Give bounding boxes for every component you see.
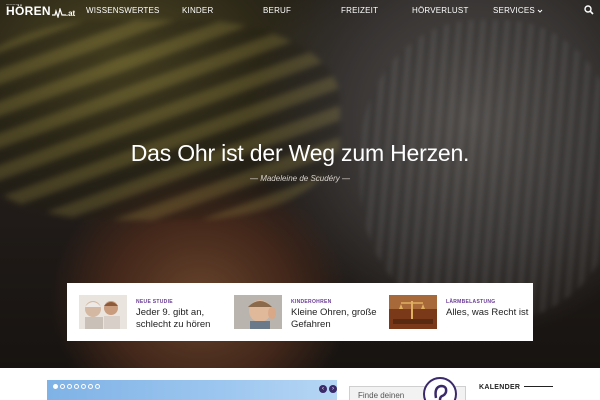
teaser-title: Jeder 9. gibt an, schlecht zu hören (136, 307, 211, 330)
slider-dot[interactable] (88, 384, 93, 389)
teaser-category: KINDEROHREN (291, 299, 332, 305)
teaser-category: LÄRMBELASTUNG (446, 299, 496, 305)
nav-services[interactable]: SERVICES (493, 6, 543, 15)
nav-wissenswertes[interactable]: WISSENSWERTES (86, 6, 160, 15)
site-logo[interactable]: ──── HÖREN .at (6, 2, 76, 18)
calendar-divider (524, 386, 553, 387)
teaser-strip: NEUE STUDIE Jeder 9. gibt an, schlecht z… (67, 283, 533, 341)
slider-dot[interactable] (67, 384, 72, 389)
search-icon[interactable] (584, 5, 594, 15)
content-area: ‹ › Finde deinen KALENDER (0, 368, 600, 400)
ear-badge[interactable] (423, 377, 457, 400)
teaser-category: NEUE STUDIE (136, 299, 173, 305)
slider-dot[interactable] (95, 384, 100, 389)
teaser-card[interactable]: LÄRMBELASTUNG Alles, was Recht ist (377, 283, 532, 341)
slider-dot[interactable] (60, 384, 65, 389)
elderly-women-photo (79, 295, 127, 329)
logo-tld: .at (65, 9, 76, 18)
logo-pre: ──── (6, 2, 20, 7)
slider-dot[interactable] (81, 384, 86, 389)
nav-kinder[interactable]: KINDER (182, 6, 213, 15)
chevron-down-icon (537, 9, 543, 13)
ear-icon (434, 384, 448, 400)
image-slider[interactable]: ‹ › (47, 380, 337, 400)
justice-scales-photo (389, 295, 437, 329)
hero-quote-block: Das Ohr ist der Weg zum Herzen. — Madele… (0, 140, 600, 183)
teaser-title: Alles, was Recht ist (446, 307, 529, 318)
teaser-card[interactable]: NEUE STUDIE Jeder 9. gibt an, schlecht z… (67, 283, 222, 341)
hero-quote-author: — Madeleine de Scudéry — (249, 174, 351, 183)
slider-next-icon[interactable]: › (329, 385, 337, 393)
calendar-heading: KALENDER (479, 384, 521, 391)
slider-prev-icon[interactable]: ‹ (319, 385, 327, 393)
child-listening-photo (234, 295, 282, 329)
nav-hoerverlust[interactable]: HÖRVERLUST (412, 6, 469, 15)
hero-quote: Das Ohr ist der Weg zum Herzen. (130, 140, 470, 166)
nav-beruf[interactable]: BERUF (263, 6, 291, 15)
main-navigation: ──── HÖREN .at WISSENSWERTES KINDER BERU… (0, 0, 600, 24)
slider-dots (53, 384, 100, 389)
slider-dot[interactable] (53, 384, 58, 389)
teaser-card[interactable]: KINDEROHREN Kleine Ohren, große Gefahren (222, 283, 377, 341)
teaser-title: Kleine Ohren, große Gefahren (291, 307, 377, 330)
nav-services-label: SERVICES (493, 6, 535, 15)
soundwave-icon (51, 8, 66, 18)
slider-dot[interactable] (74, 384, 79, 389)
nav-freizeit[interactable]: FREIZEIT (341, 6, 378, 15)
